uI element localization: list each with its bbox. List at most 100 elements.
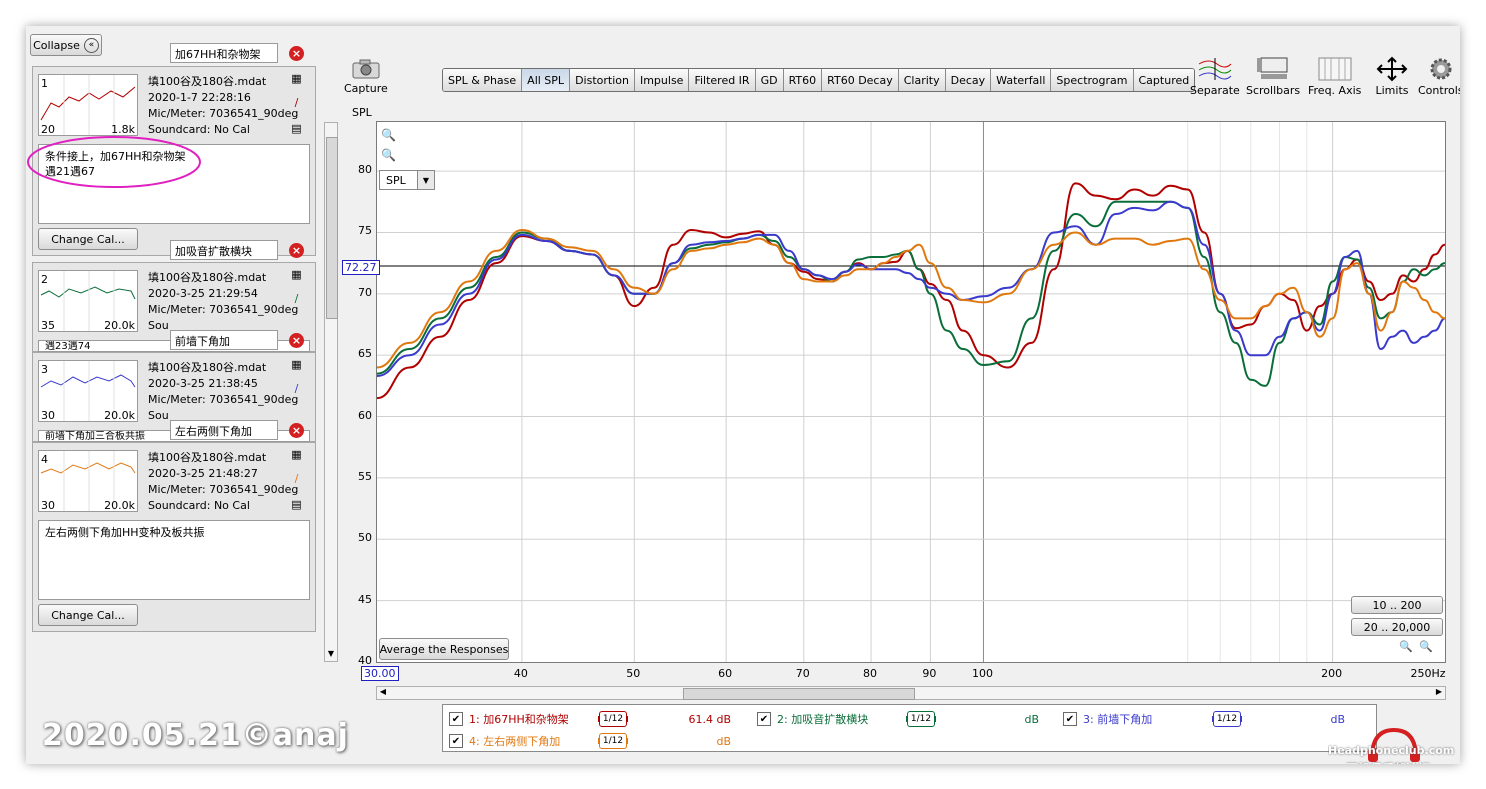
- spl-plot[interactable]: 🔍 🔍 SPL ▼ Average the Responses 10 .. 20…: [376, 121, 1446, 663]
- legend-item-2: ✔ 2: 加吸音扩散横块 1/12 dB: [757, 711, 1039, 727]
- change-cal-label: Change Cal...: [51, 608, 125, 622]
- scroll-thumb[interactable]: [326, 137, 338, 319]
- freq-axis-button[interactable]: Freq. Axis: [1308, 54, 1361, 97]
- separate-button[interactable]: Separate: [1190, 54, 1240, 97]
- x-tick-label: 80: [863, 667, 878, 680]
- x-start-box[interactable]: 30.00: [361, 666, 399, 681]
- tab-spl-phase[interactable]: SPL & Phase: [443, 69, 523, 91]
- cursor-value-box[interactable]: 72.27: [342, 260, 380, 275]
- tab-impulse[interactable]: Impulse: [634, 69, 690, 91]
- pen-icon[interactable]: ∕: [290, 472, 303, 485]
- smoothing-button[interactable]: 1/12: [907, 711, 935, 727]
- tab-filtered-ir[interactable]: Filtered IR: [689, 69, 756, 91]
- trace-checkbox[interactable]: ✔: [449, 734, 463, 748]
- range-button-20-20000[interactable]: 20 .. 20,000: [1351, 618, 1443, 636]
- pen-icon[interactable]: ∕: [290, 382, 303, 395]
- range-button-10-200[interactable]: 10 .. 200: [1351, 596, 1443, 614]
- collapse-button[interactable]: Collapse «: [30, 34, 102, 56]
- notes-box-4[interactable]: 左右两侧下角加HH变种及板共振: [38, 520, 310, 600]
- y-tick-label: 75: [358, 224, 372, 238]
- series-line-4: [377, 228, 1445, 369]
- scroll-down-arrow-icon[interactable]: ▼: [325, 649, 337, 661]
- scroll-right-arrow-icon[interactable]: ▶: [1433, 687, 1445, 699]
- scroll-left-arrow-icon[interactable]: ◀: [377, 687, 389, 699]
- tab-decay[interactable]: Decay: [945, 69, 992, 91]
- x-tick-label: 100: [971, 667, 993, 680]
- save-icon[interactable]: ▦: [290, 268, 303, 281]
- tab-clarity[interactable]: Clarity: [898, 69, 946, 91]
- thumb-index-4: 4: [41, 453, 48, 466]
- tab-captured[interactable]: Captured: [1133, 69, 1195, 91]
- notes-icon[interactable]: ▤: [290, 498, 303, 511]
- thumb-index-1: 1: [41, 77, 48, 90]
- tab-all-spl[interactable]: All SPL: [522, 69, 571, 91]
- close-measurement-3-icon[interactable]: ×: [289, 333, 304, 348]
- save-icon[interactable]: ▦: [290, 448, 303, 461]
- measurement-title-2[interactable]: 加吸音扩散横块: [170, 240, 278, 260]
- save-icon[interactable]: ▦: [290, 72, 303, 85]
- close-measurement-1-icon[interactable]: ×: [289, 46, 304, 61]
- thumb-min-4: 30: [41, 499, 55, 512]
- trace-checkbox[interactable]: ✔: [449, 712, 463, 726]
- measurement-title-4[interactable]: 左右两侧下角加: [170, 420, 278, 440]
- h-scroll-thumb[interactable]: [683, 688, 915, 700]
- file-name: 填100谷及180谷.mdat: [148, 271, 267, 284]
- pen-icon[interactable]: ∕: [290, 292, 303, 305]
- scrollbars-button[interactable]: Scrollbars: [1246, 54, 1300, 97]
- y-tick-label: 80: [358, 163, 372, 177]
- tab-rt60[interactable]: RT60: [783, 69, 823, 91]
- range-label: 20 .. 20,000: [1363, 620, 1431, 634]
- average-responses-button[interactable]: Average the Responses: [379, 638, 509, 660]
- measurement-title-3[interactable]: 前墙下角加: [170, 330, 278, 350]
- rew-window: Collapse « 加67HH和杂物架 × 1 20 1.8k 填100谷及1…: [26, 26, 1460, 764]
- change-cal-button-1[interactable]: Change Cal...: [38, 228, 138, 250]
- tab-waterfall[interactable]: Waterfall: [991, 69, 1052, 91]
- trace-checkbox[interactable]: ✔: [1063, 712, 1077, 726]
- file-name: 填100谷及180谷.mdat: [148, 75, 267, 88]
- tab-rt60-decay[interactable]: RT60 Decay: [822, 69, 899, 91]
- trace-checkbox[interactable]: ✔: [757, 712, 771, 726]
- thumb-max-3: 20.0k: [104, 409, 135, 422]
- zoom-in-icon[interactable]: 🔍: [381, 128, 396, 142]
- close-measurement-4-icon[interactable]: ×: [289, 423, 304, 438]
- close-measurement-2-icon[interactable]: ×: [289, 243, 304, 258]
- capture-button[interactable]: Capture: [344, 56, 388, 95]
- controls-button[interactable]: Controls: [1418, 54, 1460, 97]
- tab-gd[interactable]: GD: [755, 69, 784, 91]
- x-zoom-out-icon[interactable]: 🔍: [1419, 640, 1433, 653]
- freq-axis-label: Freq. Axis: [1308, 84, 1362, 97]
- notes-icon[interactable]: ▤: [290, 122, 303, 135]
- save-icon[interactable]: ▦: [290, 358, 303, 371]
- thumb-index-3: 3: [41, 363, 48, 376]
- x-tick-label: 60: [718, 667, 733, 680]
- frequency-scrollbar[interactable]: ◀ ▶: [376, 686, 1446, 700]
- separate-icon: [1197, 54, 1233, 84]
- graph-tabs: SPL & Phase All SPL Distortion Impulse Filte…: [442, 68, 1196, 92]
- x-tick-label: 250Hz: [1410, 667, 1446, 680]
- smoothing-button[interactable]: 1/12: [599, 711, 627, 727]
- controls-label: Controls: [1418, 84, 1460, 97]
- measurements-scrollbar[interactable]: ▼: [324, 122, 338, 662]
- tab-distortion[interactable]: Distortion: [570, 69, 635, 91]
- soundcard: Soundcard: No Cal: [148, 499, 250, 512]
- x-zoom-in-icon[interactable]: 🔍: [1399, 640, 1413, 653]
- spl-selector[interactable]: SPL ▼: [379, 170, 435, 190]
- thumbnail-1[interactable]: 1 20 1.8k: [38, 74, 138, 136]
- zoom-out-icon[interactable]: 🔍: [381, 148, 396, 162]
- spl-chart[interactable]: [377, 122, 1445, 662]
- measurement-title-1[interactable]: 加67HH和杂物架: [170, 43, 278, 63]
- tab-spectrogram[interactable]: Spectrogram: [1051, 69, 1134, 91]
- series-line-1: [377, 182, 1445, 400]
- notes-line-1: 左右两侧下角加HH变种及板共振: [45, 526, 205, 539]
- pen-icon[interactable]: ∕: [290, 96, 303, 109]
- change-cal-label: Change Cal...: [51, 232, 125, 246]
- smoothing-button[interactable]: 1/12: [599, 733, 627, 749]
- camera-icon: [351, 56, 381, 82]
- change-cal-button-4[interactable]: Change Cal...: [38, 604, 138, 626]
- thumbnail-2[interactable]: 2 35 20.0k: [38, 270, 138, 332]
- limits-button[interactable]: Limits: [1374, 54, 1410, 97]
- mic: Mic/Meter: 7036541_90deg: [148, 393, 299, 406]
- thumbnail-4[interactable]: 4 30 20.0k: [38, 450, 138, 512]
- smoothing-button[interactable]: 1/12: [1213, 711, 1241, 727]
- thumbnail-3[interactable]: 3 30 20.0k: [38, 360, 138, 422]
